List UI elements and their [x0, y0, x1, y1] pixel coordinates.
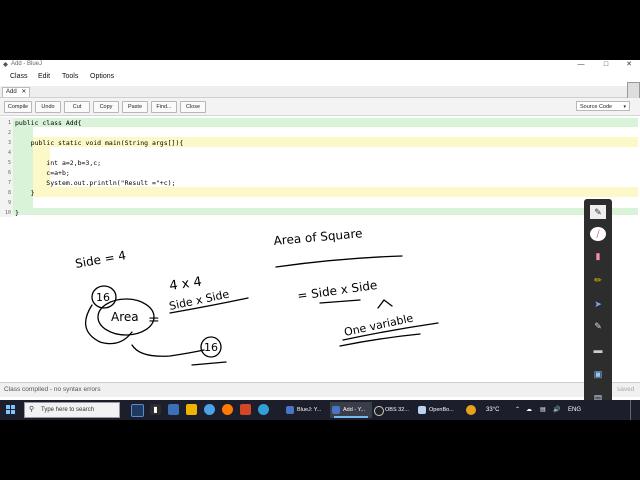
- bluej-icon: [332, 406, 340, 414]
- chrome-icon[interactable]: [204, 404, 215, 415]
- screen-icon[interactable]: ▣: [590, 367, 606, 381]
- letterbox-top: [0, 0, 640, 60]
- windows-start-icon[interactable]: [6, 405, 16, 415]
- pen-icon[interactable]: ✎: [590, 205, 606, 219]
- ink-arrow-line: [131, 344, 205, 357]
- bluej-icon: [286, 406, 294, 414]
- movie-maker-icon[interactable]: [131, 404, 144, 417]
- letterbox-bottom: [0, 420, 640, 480]
- language-indicator[interactable]: ENG: [568, 400, 581, 420]
- chevron-up-icon[interactable]: ⌃: [515, 400, 520, 420]
- pointer-icon[interactable]: ➤: [590, 297, 606, 311]
- cloud-icon[interactable]: ☁: [526, 400, 532, 420]
- ink-area-word: Area: [111, 310, 139, 324]
- bluej-window: Add - BlueJ — □ ✕ Class Edit Tools Optio…: [0, 60, 640, 420]
- brush-icon[interactable]: ✎: [590, 319, 606, 333]
- office-icon[interactable]: [240, 404, 251, 415]
- ink-underline-b: [191, 361, 227, 366]
- status-message: Class compiled - no syntax errors: [4, 386, 101, 393]
- firefox-icon[interactable]: [222, 404, 233, 415]
- ink-eq-side-x-side: = Side x Side: [296, 278, 378, 303]
- network-icon[interactable]: ▤: [540, 400, 546, 420]
- ink-underline-d: [319, 299, 361, 304]
- taskbar-app-openboard[interactable]: OpenBo...: [416, 402, 458, 418]
- pen-toolbar: ✎ ⧸ ▮ ✏ ➤ ✎ ▬ ▣ ▤: [584, 199, 612, 419]
- ink-side-eq: Side = 4: [74, 248, 127, 271]
- ink-area-of-square: Area of Square: [273, 226, 363, 248]
- ink-equals: =: [148, 312, 160, 328]
- task-view-icon[interactable]: ▮: [150, 404, 161, 415]
- ink-4x4: 4 x 4: [168, 275, 202, 294]
- ink-16-b: 16: [204, 341, 218, 354]
- magnifier-icon: ⚲: [29, 406, 35, 413]
- taskbar-app-label: Add - Y...: [343, 407, 366, 413]
- file-explorer-icon[interactable]: [168, 404, 179, 415]
- status-bar: Class compiled - no syntax errors saved: [0, 382, 640, 397]
- obs-icon: [374, 406, 384, 416]
- search-placeholder: Type here to search: [41, 407, 95, 413]
- ink-annotations: Side = 4 16 Area = 4 x 4 Side x Side 16 …: [74, 226, 439, 366]
- taskbar-app-bluej[interactable]: BlueJ: Y...: [284, 402, 326, 418]
- highlighter-icon[interactable]: ✏: [590, 273, 606, 287]
- ink-16-a: 16: [96, 291, 110, 304]
- openboard-icon: [418, 406, 426, 414]
- taskbar-app-label: OpenBo...: [429, 407, 454, 413]
- eraser-icon[interactable]: ▮: [590, 249, 606, 263]
- taskbar-search-input[interactable]: ⚲ Type here to search: [24, 402, 120, 418]
- line-icon[interactable]: ▬: [590, 343, 606, 357]
- status-saved: saved: [617, 386, 635, 393]
- ink-one-variable: One variable: [343, 312, 415, 339]
- edge-icon[interactable]: [258, 404, 269, 415]
- volume-icon[interactable]: 🔊: [553, 400, 560, 420]
- taskbar-app-obs[interactable]: OBS 32...: [372, 402, 414, 418]
- windows-taskbar: ⚲ Type here to search ▮ BlueJ: Y... Add …: [0, 400, 640, 420]
- taskbar-app-label: BlueJ: Y...: [297, 407, 322, 413]
- show-desktop-button[interactable]: [630, 400, 635, 420]
- ink-underline: [275, 255, 403, 268]
- red-pen-icon[interactable]: ⧸: [590, 227, 606, 241]
- ink-caret: [377, 299, 393, 309]
- weather-icon[interactable]: [466, 405, 476, 415]
- taskbar-app-add[interactable]: Add - Y...: [330, 402, 372, 418]
- folder-icon[interactable]: [186, 404, 197, 415]
- taskbar-app-label: OBS 32...: [385, 407, 409, 413]
- weather-temp[interactable]: 33°C: [486, 400, 499, 420]
